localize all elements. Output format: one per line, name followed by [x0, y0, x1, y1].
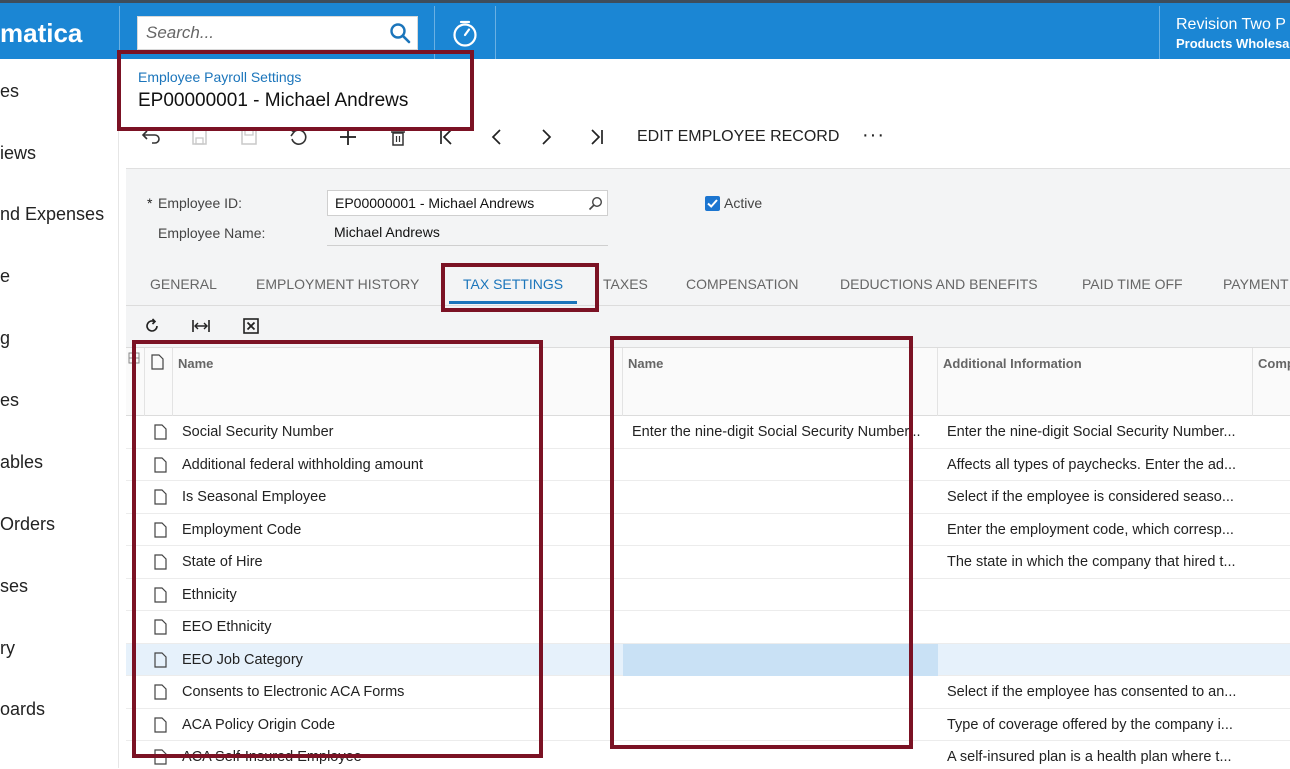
active-checkbox[interactable]	[705, 196, 720, 211]
divider	[1159, 6, 1160, 62]
employee-id-value: EP00000001 - Michael Andrews	[335, 195, 535, 211]
tab-deductions-and-benefits[interactable]: DEDUCTIONS AND BENEFITS	[840, 276, 1038, 292]
next-record-button[interactable]	[531, 120, 561, 154]
sidebar-item-11[interactable]: oards	[0, 699, 45, 720]
divider	[495, 6, 496, 62]
employee-id-label: Employee ID:	[158, 195, 243, 211]
employee-name-label: Employee Name:	[158, 225, 266, 241]
cell-additional-information[interactable]: A self-insured plan is a health plan whe…	[947, 741, 1243, 769]
highlight-box-value-column	[610, 336, 913, 749]
last-record-button[interactable]	[581, 120, 611, 154]
export-excel-icon[interactable]	[242, 317, 260, 335]
sidebar-item-1[interactable]: es	[0, 81, 19, 102]
highlight-box-title	[117, 50, 474, 131]
tab-payment[interactable]: PAYMENT	[1223, 276, 1289, 292]
required-mark: *	[147, 195, 153, 211]
sidebar-item-7[interactable]: ables	[0, 452, 43, 473]
sidebar-item-5[interactable]: g	[0, 328, 10, 349]
lookup-search-icon[interactable]	[588, 196, 603, 211]
cell-additional-information[interactable]: Enter the nine-digit Social Security Num…	[947, 416, 1243, 448]
chevron-right-icon	[542, 129, 552, 145]
logo[interactable]: matica	[0, 6, 119, 62]
sidebar-item-9[interactable]: ses	[0, 576, 28, 597]
tab-bar: GENERAL EMPLOYMENT HISTORY TAX SETTINGS …	[126, 264, 1290, 306]
tenant-name: Revision Two P	[1176, 16, 1286, 33]
cell-additional-information[interactable]	[947, 579, 1243, 611]
employee-id-field[interactable]: EP00000001 - Michael Andrews	[327, 190, 608, 216]
refresh-icon[interactable]	[143, 317, 161, 335]
highlight-box-tab	[441, 263, 599, 312]
tenant-selector[interactable]: Revision Two P Products Wholesa	[1176, 16, 1289, 51]
tab-employment-history[interactable]: EMPLOYMENT HISTORY	[256, 276, 419, 292]
sidebar-item-8[interactable]: Orders	[0, 514, 55, 535]
active-label: Active	[724, 195, 763, 211]
search-box[interactable]	[137, 16, 418, 50]
sidebar-item-10[interactable]: ry	[0, 638, 15, 659]
cell-additional-information[interactable]	[947, 644, 1243, 676]
branch-name: Products Wholesa	[1176, 36, 1290, 51]
search-input[interactable]	[138, 17, 378, 49]
sidebar-item-2[interactable]: iews	[0, 143, 36, 164]
last-icon	[591, 129, 603, 145]
tab-taxes[interactable]: TAXES	[603, 276, 648, 292]
cell-additional-information[interactable]: Enter the employment code, which corresp…	[947, 514, 1243, 546]
column-header-additional-information[interactable]: Additional Information	[938, 348, 1253, 416]
sidebar-item-3[interactable]: nd Expenses	[0, 204, 104, 225]
sidebar-item-6[interactable]: es	[0, 390, 19, 411]
cell-additional-information[interactable]: Select if the employee is considered sea…	[947, 481, 1243, 513]
cell-additional-information[interactable]: Affects all types of paychecks. Enter th…	[947, 449, 1243, 481]
edit-employee-record-button[interactable]: EDIT EMPLOYEE RECORD	[637, 128, 839, 146]
employee-name-field: Michael Andrews	[327, 220, 608, 246]
fit-columns-icon[interactable]	[191, 317, 211, 335]
sidebar-item-4[interactable]: e	[0, 266, 10, 287]
column-header-comp[interactable]: Comp	[1253, 348, 1290, 416]
chevron-left-icon	[491, 129, 501, 145]
sidebar: es iews nd Expenses e g es ables Orders …	[0, 59, 119, 768]
highlight-box-name-column	[132, 340, 543, 758]
recent-history-icon[interactable]	[451, 19, 479, 49]
checkmark-icon	[707, 199, 718, 208]
cell-additional-information[interactable]: The state in which the company that hire…	[947, 546, 1243, 578]
tab-paid-time-off[interactable]: PAID TIME OFF	[1082, 276, 1183, 292]
tab-compensation[interactable]: COMPENSATION	[686, 276, 799, 292]
more-options-button[interactable]: ···	[862, 124, 885, 147]
tab-general[interactable]: GENERAL	[150, 276, 217, 292]
search-icon[interactable]	[389, 22, 411, 44]
cell-additional-information[interactable]: Select if the employee has consented to …	[947, 676, 1243, 708]
cell-additional-information[interactable]: Type of coverage offered by the company …	[947, 709, 1243, 741]
cell-additional-information[interactable]	[947, 611, 1243, 643]
previous-record-button[interactable]	[482, 120, 512, 154]
